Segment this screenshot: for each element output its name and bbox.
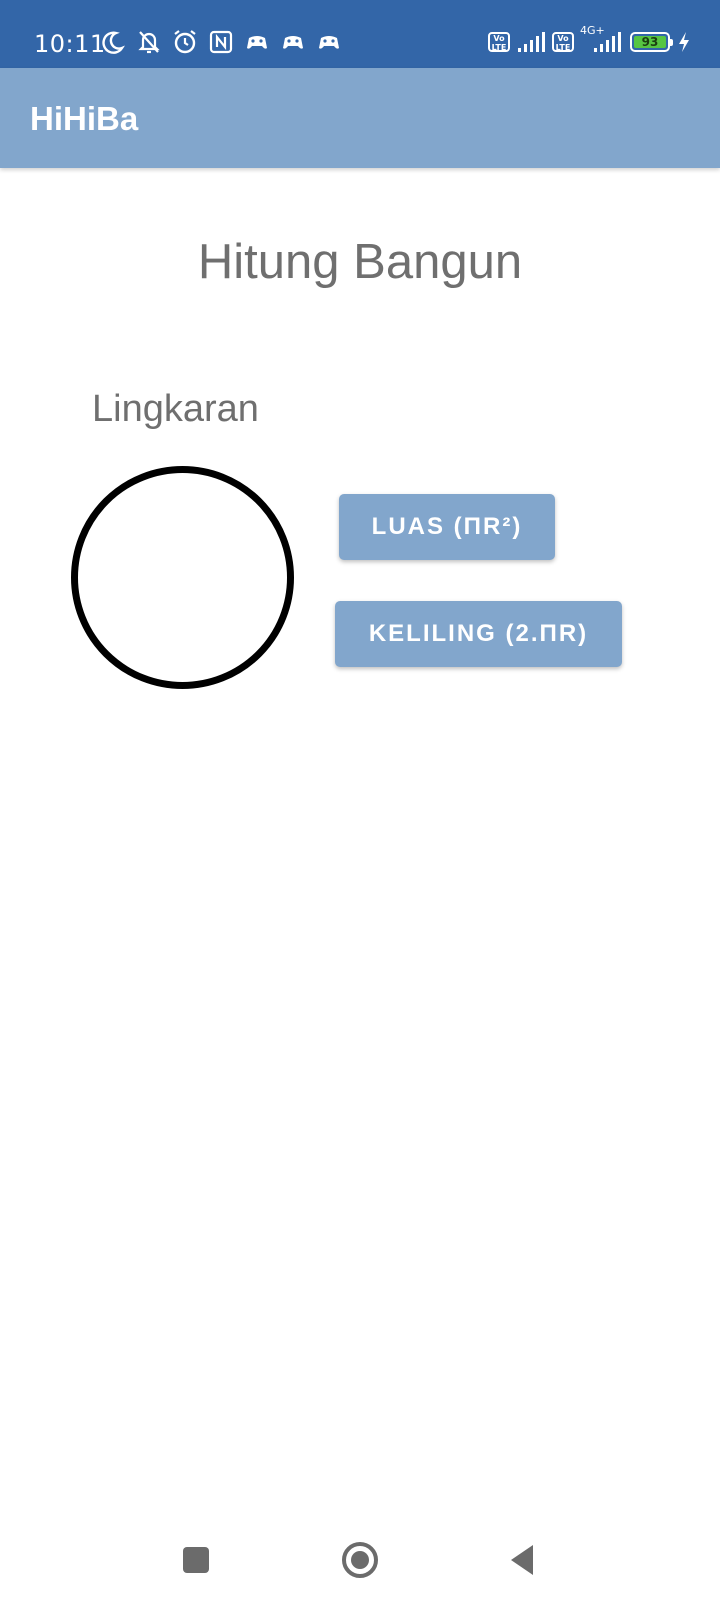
app-title: HiHiBa xyxy=(30,100,139,137)
volte-icon: Vo LTE xyxy=(552,32,574,52)
keliling-button[interactable]: KELILING (2.ΠR) xyxy=(335,601,622,667)
alarm-icon xyxy=(174,30,196,54)
circle-shape-icon xyxy=(71,466,294,689)
square-icon xyxy=(183,1547,209,1573)
circle-home-icon xyxy=(342,1542,378,1578)
signal-4g-icon: 4G+ xyxy=(580,24,624,56)
game-controller-icon xyxy=(247,36,267,49)
recents-button[interactable] xyxy=(174,1538,218,1582)
triangle-back-icon xyxy=(511,1545,533,1575)
signal-icon xyxy=(518,32,545,52)
status-bar: 10:11 Vo LTE Vo LTE 4G+ 93 xyxy=(0,0,720,68)
signal-bars-icon xyxy=(594,32,621,52)
nav-bar xyxy=(0,1520,720,1600)
back-button[interactable] xyxy=(500,1538,544,1582)
shape-label: Lingkaran xyxy=(92,388,259,430)
status-icons-left xyxy=(100,28,342,56)
bell-off-icon xyxy=(138,31,160,54)
moon-icon xyxy=(102,31,125,54)
game-controller-icon xyxy=(319,36,339,49)
charging-icon xyxy=(679,32,689,52)
game-controller-icon xyxy=(283,36,303,49)
luas-button[interactable]: LUAS (ΠR²) xyxy=(339,494,555,560)
home-button[interactable] xyxy=(338,1538,382,1582)
app-bar: HiHiBa xyxy=(0,68,720,168)
battery-level: 93 xyxy=(634,36,666,48)
status-time: 10:11 xyxy=(34,30,106,58)
battery-icon: 93 xyxy=(630,32,673,52)
page-heading: Hitung Bangun xyxy=(197,235,523,289)
volte-icon: Vo LTE xyxy=(488,32,510,52)
status-icons-right: Vo LTE Vo LTE 4G+ 93 xyxy=(488,24,692,56)
nfc-icon xyxy=(209,30,233,54)
